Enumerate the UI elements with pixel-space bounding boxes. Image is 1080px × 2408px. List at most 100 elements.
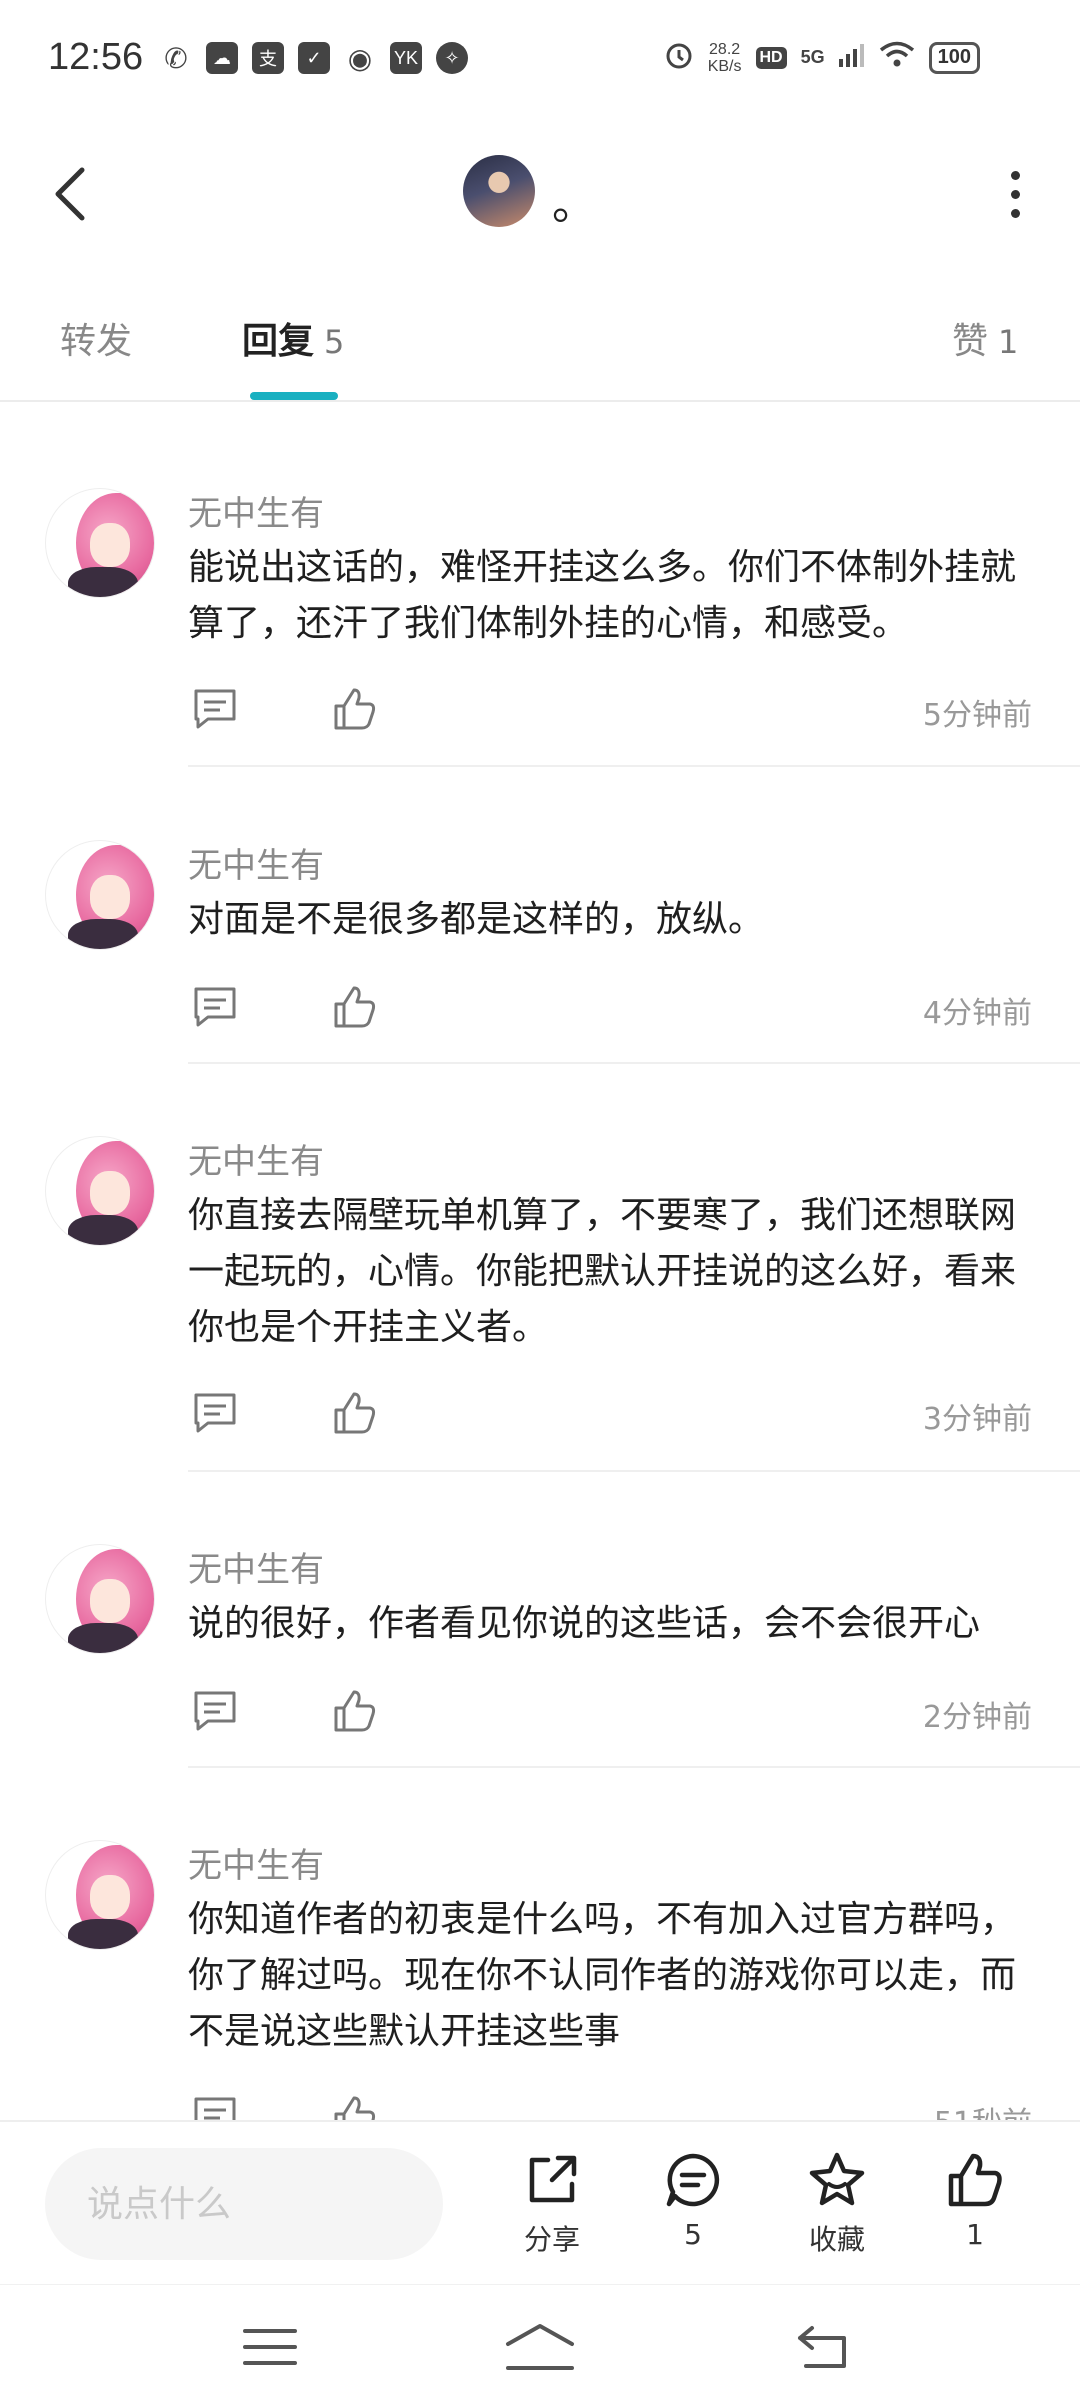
author-avatar[interactable] — [463, 155, 535, 227]
likes-count: 1 — [998, 323, 1019, 361]
like-count: 1 — [966, 2218, 984, 2251]
youku-icon: YK — [390, 42, 422, 74]
reply-button[interactable] — [190, 982, 240, 1032]
comment-text: 能说出这话的，难怪开挂这么多。你们不体制外挂就算了，还汗了我们体制外挂的心情，和… — [188, 547, 1017, 644]
comment-author[interactable]: 无中生有 — [188, 1838, 324, 1887]
status-time: 12:56 — [48, 36, 144, 78]
active-tab-indicator — [250, 392, 338, 400]
battery-indicator: 100 — [928, 41, 980, 74]
thumbs-up-icon — [334, 1392, 376, 1434]
avatar[interactable] — [45, 488, 155, 598]
back-button[interactable] — [40, 158, 100, 230]
hd-icon: HD — [755, 46, 787, 69]
tab-likes[interactable]: 赞1 — [952, 312, 1018, 364]
system-back-button[interactable] — [784, 2315, 864, 2379]
dot-icon — [1010, 170, 1020, 180]
divider — [188, 1766, 1080, 1768]
home-button[interactable] — [500, 2315, 580, 2379]
star-icon — [809, 2152, 865, 2206]
comment-bubble-icon — [666, 2153, 720, 2207]
like-button[interactable] — [330, 982, 380, 1032]
compass-icon: ✧ — [436, 42, 468, 74]
wifi-icon — [879, 41, 915, 74]
thumbs-up-icon — [334, 986, 376, 1028]
comment-author[interactable]: 无中生有 — [188, 1542, 324, 1591]
comment-actions: 2分钟前 — [188, 1686, 1038, 1746]
like-button[interactable] — [330, 684, 380, 734]
bottom-action-bar: 分享 5 收藏 1 — [0, 2120, 1080, 2282]
tab-bar: 转发 回复 5 赞1 — [0, 290, 1080, 402]
page-title: 。 — [552, 179, 596, 230]
comment-actions: 51秒前 — [188, 2092, 1038, 2120]
favorite-button[interactable]: 收藏 — [782, 2150, 892, 2260]
comment-time: 2分钟前 — [922, 1700, 1032, 1735]
weibo-icon: ◉ — [347, 42, 373, 74]
avatar[interactable] — [45, 1544, 155, 1654]
back-arrow-icon — [798, 2326, 846, 2368]
recent-apps-button[interactable] — [230, 2315, 310, 2379]
comment-item: 无中生有 对面是不是很多都是这样的，放纵。 4分钟前 — [0, 836, 1080, 1064]
reply-button[interactable] — [190, 1686, 240, 1736]
reply-button[interactable] — [190, 2092, 240, 2120]
thumbs-up-icon — [334, 688, 376, 730]
avatar[interactable] — [45, 1840, 155, 1950]
comment-count: 5 — [684, 2218, 702, 2251]
signal-5g-icon: 5G — [800, 47, 825, 67]
thumbs-up-icon — [334, 1690, 376, 1732]
comment-input[interactable] — [45, 2148, 443, 2260]
network-speed: 28.2 KB/s — [707, 40, 742, 75]
favorite-label: 收藏 — [808, 2223, 865, 2256]
signal-bars-icon — [838, 43, 865, 72]
system-indicators: 28.2 KB/s HD 5G 100 — [664, 40, 980, 75]
comment-item: 无中生有 你直接去隔壁玩单机算了，不要寒了，我们还想联网一起玩的，心情。你能把默… — [0, 1132, 1080, 1472]
comment-time: 4分钟前 — [922, 996, 1032, 1031]
notification-icons: ✆ ☁ 支 ✓ ◉ YK ✧ — [160, 42, 468, 74]
share-button[interactable]: 分享 — [497, 2150, 607, 2260]
like-post-button[interactable]: 1 — [920, 2150, 1030, 2260]
comment-author[interactable]: 无中生有 — [188, 838, 324, 887]
comment-actions: 5分钟前 — [188, 684, 1038, 744]
dot-icon — [1010, 208, 1020, 218]
replies-count: 5 — [324, 323, 345, 361]
alarm-icon — [664, 40, 694, 75]
share-icon — [529, 2155, 577, 2203]
comment-icon — [194, 689, 236, 729]
divider — [188, 1470, 1080, 1472]
cloud-icon: ☁ — [206, 42, 238, 74]
comment-time: 51秒前 — [934, 2098, 1032, 2120]
like-button[interactable] — [330, 1388, 380, 1438]
comment-item: 无中生有 你知道作者的初衷是什么吗，不有加入过官方群吗，你了解过吗。现在你不认同… — [0, 1836, 1080, 2120]
comment-author[interactable]: 无中生有 — [188, 1134, 324, 1183]
menu-icon — [243, 2329, 297, 2365]
comment-icon — [194, 1691, 236, 1731]
tab-forward[interactable]: 转发 — [60, 312, 132, 364]
reply-button[interactable] — [190, 1388, 240, 1438]
divider — [188, 765, 1080, 767]
system-nav-bar — [0, 2284, 1080, 2408]
comment-actions: 4分钟前 — [188, 982, 1038, 1042]
alipay-icon: 支 — [252, 42, 284, 74]
comment-text: 对面是不是很多都是这样的，放纵。 — [188, 899, 765, 940]
comment-icon — [194, 2097, 236, 2120]
avatar[interactable] — [45, 1136, 155, 1246]
comment-time: 3分钟前 — [922, 1402, 1032, 1437]
comment-icon — [194, 987, 236, 1027]
top-bar: 。 — [0, 140, 1080, 250]
avatar[interactable] — [45, 840, 155, 950]
tab-replies[interactable]: 回复 5 — [242, 312, 344, 364]
like-button[interactable] — [330, 1686, 380, 1736]
home-icon — [506, 2324, 574, 2370]
reply-button[interactable] — [190, 684, 240, 734]
comments-button[interactable]: 5 — [638, 2150, 748, 2260]
comment-item: 无中生有 能说出这话的，难怪开挂这么多。你们不体制外挂就算了，还汗了我们体制外挂… — [0, 484, 1080, 767]
comment-author[interactable]: 无中生有 — [188, 486, 324, 535]
comment-text: 你直接去隔壁玩单机算了，不要寒了，我们还想联网一起玩的，心情。你能把默认开挂说的… — [188, 1195, 1017, 1348]
like-button[interactable] — [330, 2092, 380, 2120]
comment-icon — [194, 1393, 236, 1433]
comment-time: 5分钟前 — [922, 698, 1032, 733]
more-options-button[interactable] — [990, 158, 1040, 230]
comment-actions: 3分钟前 — [188, 1388, 1038, 1448]
thumbs-up-icon — [334, 2096, 376, 2120]
comment-item: 无中生有 说的很好，作者看见你说的这些话，会不会很开心 2分钟前 — [0, 1540, 1080, 1768]
status-bar: 12:56 ✆ ☁ 支 ✓ ◉ YK ✧ 28.2 KB/s HD 5G 100 — [0, 0, 1080, 120]
